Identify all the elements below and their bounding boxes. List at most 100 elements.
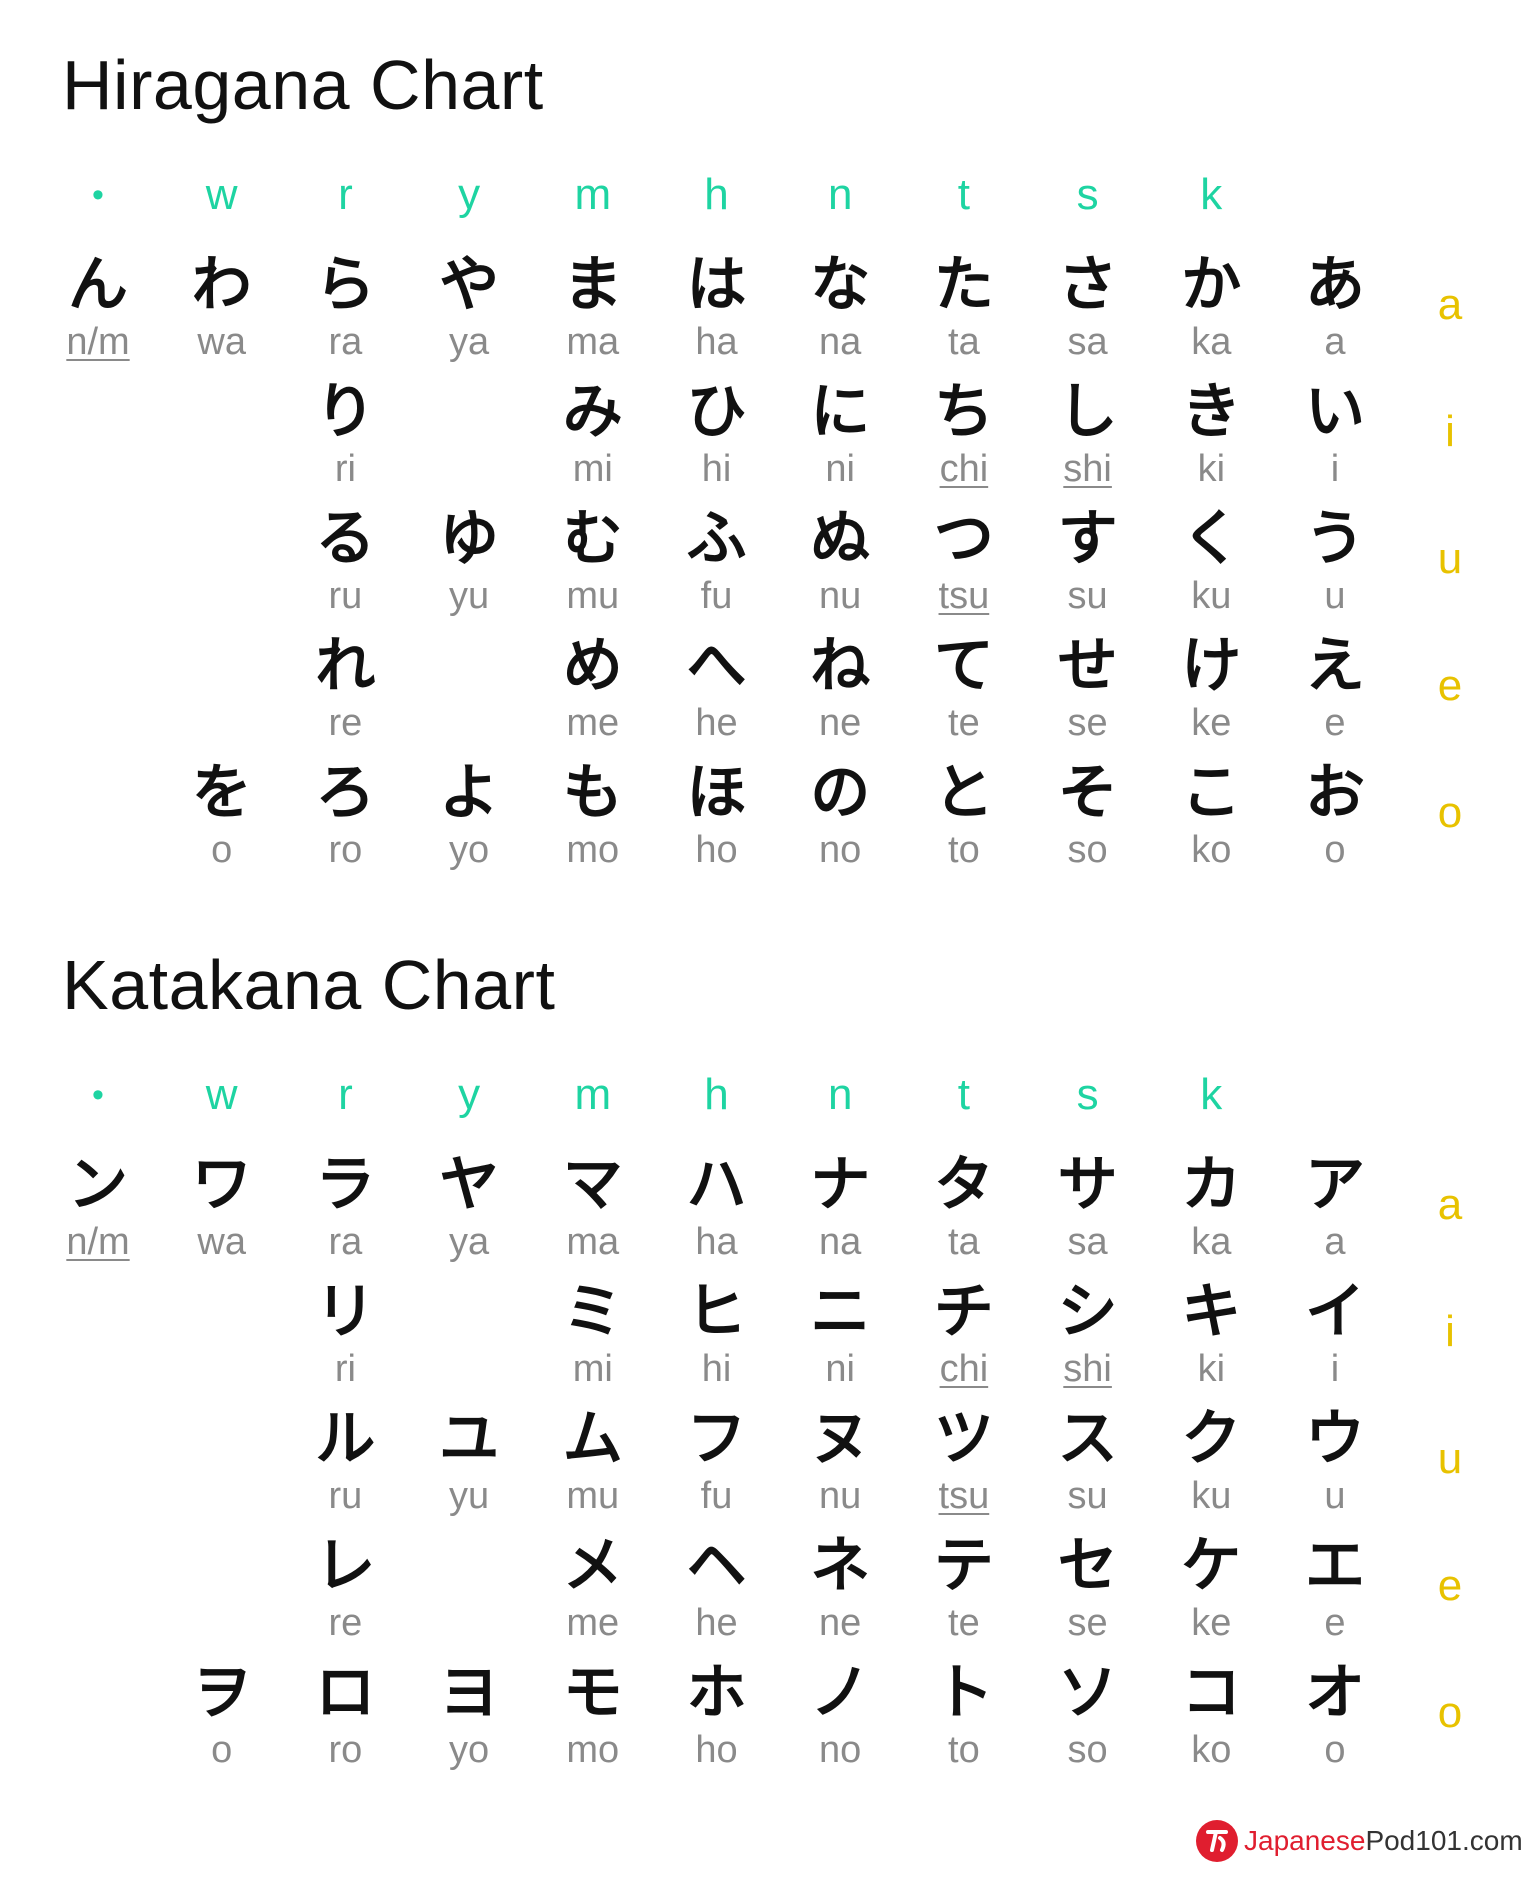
romaji-label: ki xyxy=(1197,448,1226,490)
romaji-label: te xyxy=(948,1602,980,1644)
romaji-label: i xyxy=(1330,448,1340,490)
kana-character: ヒ xyxy=(686,1277,747,1347)
kana-cell: テ te xyxy=(902,1531,1026,1651)
romaji-label: ku xyxy=(1191,575,1232,617)
kana-cell: ら ra xyxy=(283,250,407,370)
kana-cell: れ re xyxy=(283,631,407,751)
romaji-label: ta xyxy=(948,321,980,363)
romaji-label: me xyxy=(566,1602,620,1644)
consonant-label: k xyxy=(1200,1070,1223,1119)
romaji-label: chi xyxy=(939,1348,989,1390)
katakana-section: Katakana Chart • w r y m h n t s k ン n/m ワ wa ラ ra ヤ ya マ m… xyxy=(0,940,1537,1800)
kana-cell: フ fu xyxy=(655,1404,779,1524)
kana-character: ぬ xyxy=(810,504,871,574)
kana-cell: ロ ro xyxy=(283,1658,407,1778)
kana-cell: せ se xyxy=(1026,631,1150,751)
kana-cell: く ku xyxy=(1149,504,1273,624)
kana-cell: ク ku xyxy=(1149,1404,1273,1524)
romaji-label: hi xyxy=(701,448,732,490)
romaji-label: sa xyxy=(1067,1221,1108,1263)
romaji-label: a xyxy=(1324,321,1346,363)
vowel-label: o xyxy=(1437,1688,1463,1737)
kana-cell: リ ri xyxy=(283,1277,407,1397)
kana-cell: ミ mi xyxy=(531,1277,655,1397)
kana-cell: メ me xyxy=(531,1531,655,1651)
kana-cell: モ mo xyxy=(531,1658,655,1778)
romaji-label: ma xyxy=(566,1221,620,1263)
vowel-label: a xyxy=(1437,280,1463,329)
romaji-label: n/m xyxy=(66,321,130,363)
hiragana-grid: • w r y m h n t s k ん n/m わ wa ら ra や ya ま ma は ha な na た ta さ sa か k… xyxy=(0,40,1537,940)
kana-character: シ xyxy=(1057,1277,1118,1347)
kana-cell: た ta xyxy=(902,250,1026,370)
kana-cell: す su xyxy=(1026,504,1150,624)
kana-cell: サ sa xyxy=(1026,1150,1150,1270)
romaji-label: n/m xyxy=(66,1221,130,1263)
japanesepod101-logo[interactable]: JapanesePod101.com xyxy=(1196,1816,1523,1866)
romaji-label: u xyxy=(1324,1475,1346,1517)
kana-cell: ホ ho xyxy=(655,1658,779,1778)
kana-character: ケ xyxy=(1181,1531,1242,1601)
kana-character: リ xyxy=(315,1277,376,1347)
romaji-label: te xyxy=(948,702,980,744)
kana-cell: に ni xyxy=(778,377,902,497)
romaji-label: ra xyxy=(328,321,363,363)
kana-character: な xyxy=(810,250,871,320)
kana-character: オ xyxy=(1305,1658,1365,1728)
kana-cell: と to xyxy=(902,758,1026,878)
kana-character: せ xyxy=(1057,631,1118,701)
romaji-label: ko xyxy=(1191,829,1232,871)
kana-cell: ヌ nu xyxy=(778,1404,902,1524)
romaji-label: wa xyxy=(197,321,246,363)
kana-character: ヲ xyxy=(191,1658,252,1728)
kana-cell: うu xyxy=(1273,504,1397,624)
kana-cell: き ki xyxy=(1149,377,1273,497)
kana-character: す xyxy=(1057,504,1118,574)
kana-cell: て te xyxy=(902,631,1026,751)
logo-domain: .com xyxy=(1461,1825,1523,1856)
kana-cell: いi xyxy=(1273,377,1397,497)
romaji-label: sa xyxy=(1067,321,1108,363)
consonant-label: n xyxy=(827,1070,853,1119)
consonant-label: k xyxy=(1200,170,1223,219)
romaji-label: shi xyxy=(1063,1348,1112,1390)
kana-character: ち xyxy=(933,377,994,447)
kana-character: サ xyxy=(1057,1150,1118,1220)
kana-character: ノ xyxy=(810,1658,871,1728)
romaji-label: no xyxy=(819,1729,862,1771)
kana-character: エ xyxy=(1305,1531,1365,1601)
romaji-label: na xyxy=(819,321,862,363)
kana-character: め xyxy=(562,631,623,701)
kana-character: も xyxy=(562,758,623,828)
kana-character: コ xyxy=(1181,1658,1242,1728)
romaji-label: ro xyxy=(328,1729,363,1771)
kana-cell: ン n/m xyxy=(36,1150,160,1270)
consonant-label: s xyxy=(1076,1070,1099,1119)
kana-character: と xyxy=(933,758,994,828)
kana-character: ウ xyxy=(1305,1404,1365,1474)
kana-cell: ラ ra xyxy=(283,1150,407,1270)
kana-character: こ xyxy=(1181,758,1242,828)
consonant-label: r xyxy=(338,170,353,219)
kana-character: ク xyxy=(1181,1404,1242,1474)
kana-character: し xyxy=(1057,377,1118,447)
kana-cell: ひ hi xyxy=(655,377,779,497)
kana-cell: をo xyxy=(160,758,284,878)
romaji-label: se xyxy=(1067,702,1108,744)
kana-cell: な na xyxy=(778,250,902,370)
romaji-label: ri xyxy=(334,448,356,490)
romaji-label: mi xyxy=(572,1348,613,1390)
hiragana-section: Hiragana Chart • w r y m h n t s k ん n/m わ wa ら ra や ya ま m… xyxy=(0,40,1537,900)
romaji-label: mi xyxy=(572,448,613,490)
kana-cell: こ ko xyxy=(1149,758,1273,878)
kana-cell: そ so xyxy=(1026,758,1150,878)
romaji-label: o xyxy=(1324,1729,1346,1771)
kana-character: タ xyxy=(933,1150,994,1220)
kana-character: マ xyxy=(562,1150,623,1220)
kana-character: に xyxy=(810,377,871,447)
kana-cell: キ ki xyxy=(1149,1277,1273,1397)
kana-character: た xyxy=(933,250,994,320)
romaji-label: re xyxy=(328,1602,363,1644)
kana-cell: エe xyxy=(1273,1531,1397,1651)
romaji-label: tsu xyxy=(938,575,990,617)
